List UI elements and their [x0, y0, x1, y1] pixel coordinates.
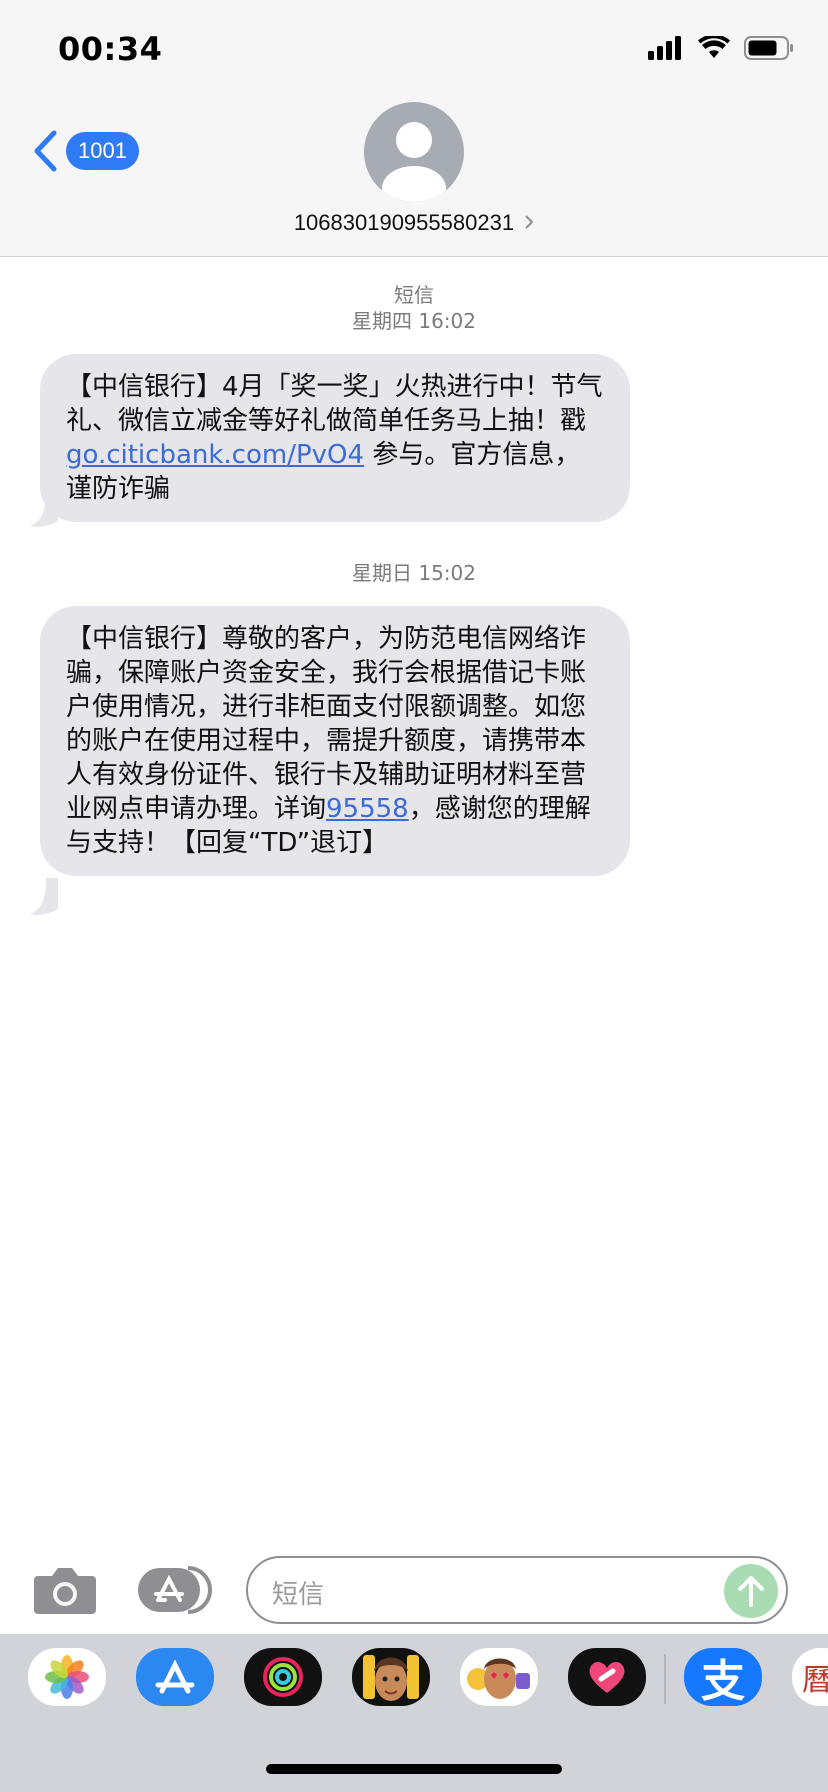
person-icon	[382, 122, 446, 202]
message-input[interactable]: 短信	[246, 1556, 788, 1624]
activity-rings-icon	[263, 1657, 303, 1697]
message-link[interactable]: go.citicbank.com/PvO4	[66, 440, 364, 470]
photos-icon[interactable]	[28, 1648, 106, 1706]
app-store-a-icon	[155, 1659, 195, 1694]
navigation-header: 00:34 1001 106830190955580231	[0, 0, 828, 257]
arrow-up-icon	[738, 1576, 764, 1607]
app-store-icon[interactable]	[136, 1648, 214, 1706]
status-time: 00:34	[58, 30, 163, 68]
battery-icon	[744, 36, 793, 60]
compose-bar: 短信	[0, 1550, 828, 1630]
send-button[interactable]	[724, 1564, 778, 1618]
activity-icon[interactable]	[244, 1648, 322, 1706]
contact-number: 106830190955580231	[293, 210, 515, 235]
message-timestamp: 星期日 15:02	[352, 561, 476, 585]
heart-icon	[589, 1662, 625, 1693]
contact-avatar[interactable]	[364, 102, 464, 202]
calendar-app-char: 曆	[802, 1663, 828, 1698]
photos-flower-icon	[45, 1655, 89, 1699]
message-bubble[interactable]: 【中信银行】4月「奖一奖」火热进行中！节气礼、微信立减金等好礼做简单任务马上抽！…	[40, 354, 630, 522]
calendar-app-icon[interactable]: 曆	[792, 1648, 828, 1706]
message-text: 【中信银行】4月「奖一奖」火热进行中！节气礼、微信立减金等好礼做简单任务马上抽！…	[66, 372, 603, 436]
wifi-icon	[698, 36, 730, 58]
drawer-divider	[664, 1654, 666, 1704]
home-indicator[interactable]	[266, 1764, 562, 1774]
memoji-face-icon	[363, 1655, 419, 1701]
memoji-stickers-icon[interactable]	[460, 1648, 538, 1706]
message-input-placeholder: 短信	[272, 1580, 325, 1610]
status-icons	[648, 36, 794, 60]
unread-count-badge: 1001	[66, 132, 139, 170]
service-label: 短信	[394, 283, 434, 307]
phone-link[interactable]: 95558	[326, 794, 409, 824]
chevron-right-icon	[525, 215, 534, 229]
message-bubble[interactable]: 【中信银行】尊敬的客户，为防范电信网络诈骗，保障账户资金安全，我行会根据借记卡账…	[40, 606, 630, 876]
message-timestamp: 星期四 16:02	[352, 309, 476, 333]
memoji-stickers-face-icon	[467, 1658, 530, 1699]
app-store-button-icon[interactable]	[138, 1566, 212, 1614]
chevron-left-icon	[34, 130, 57, 172]
digital-touch-icon[interactable]	[568, 1648, 646, 1706]
bubble-tail	[30, 878, 58, 915]
contact-name[interactable]: 106830190955580231	[0, 210, 828, 236]
alipay-char: 支	[701, 1656, 745, 1706]
memoji-icon[interactable]	[352, 1648, 430, 1706]
camera-icon[interactable]	[34, 1566, 96, 1614]
alipay-icon[interactable]: 支	[684, 1648, 762, 1706]
cellular-signal-icon	[648, 36, 681, 60]
back-button[interactable]: 1001	[32, 130, 139, 172]
